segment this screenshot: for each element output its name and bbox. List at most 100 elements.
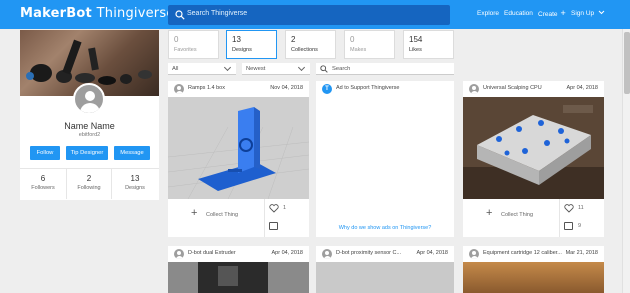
thing-card-header: Equipment cartridge 12 caliber... Mar 21… (463, 246, 604, 262)
thing-thumbnail[interactable] (463, 262, 604, 293)
nav-signup[interactable]: Sign Up (571, 10, 605, 17)
top-navigation-bar: MakerBot Thingiverse Search Thingiverse … (0, 0, 630, 29)
stat-designs[interactable]: 13 Designs (112, 169, 158, 199)
profile-username: ebitford2 (78, 132, 101, 138)
nav-create[interactable]: Create + (538, 8, 566, 19)
ad-card: T Ad to Support Thingiverse Why do we sh… (316, 81, 454, 237)
thingiverse-icon: T (322, 84, 332, 94)
collect-thing-label: Collect Thing (501, 212, 533, 218)
avatar[interactable] (322, 249, 332, 259)
nav-explore[interactable]: Explore (477, 10, 499, 17)
plus-icon: + (191, 207, 198, 219)
thing-thumbnail[interactable] (463, 97, 604, 199)
chevron-down-icon (223, 63, 232, 72)
search-icon (175, 10, 185, 20)
thing-thumbnail[interactable] (316, 262, 454, 293)
ad-title: Ad to Support Thingiverse (336, 85, 400, 91)
thing-card[interactable]: D-bot dual Extruder Apr 04, 2018 (168, 246, 309, 293)
comment-icon[interactable] (269, 222, 278, 230)
thing-card[interactable]: D-bot proximity sensor C... Apr 04, 2018 (316, 246, 454, 293)
plus-icon: + (486, 207, 493, 219)
stat-following[interactable]: 2 Following (66, 169, 112, 199)
designs-search-input[interactable]: Search (316, 63, 454, 75)
like-count: 11 (578, 205, 584, 211)
heart-icon[interactable] (269, 204, 279, 213)
tab-label: Collections (291, 47, 318, 53)
thing-date: Apr 04, 2018 (271, 250, 304, 256)
why-ads-link[interactable]: Why do we show ads on Thingiverse? (316, 225, 454, 231)
search-placeholder: Search Thingiverse (187, 10, 248, 17)
ad-card-header: T Ad to Support Thingiverse (316, 81, 454, 97)
thing-date: Mar 21, 2018 (565, 250, 598, 256)
collect-thing-label: Collect Thing (206, 212, 238, 218)
nav-education[interactable]: Education (504, 10, 533, 17)
makerbot-thingiverse-logo[interactable]: MakerBot Thingiverse (20, 6, 175, 21)
tab-count: 13 (232, 35, 241, 44)
thing-actions: 11 9 (559, 199, 604, 237)
tab-label: Designs (232, 47, 252, 53)
tab-count: 0 (174, 35, 179, 44)
tab-favorites[interactable]: 0 Favorites (168, 30, 219, 59)
collect-thing-button[interactable]: + Collect Thing (168, 199, 264, 237)
thing-title[interactable]: D-bot dual Extruder (188, 250, 236, 256)
thing-actions: 1 (264, 199, 309, 237)
scrollbar-thumb[interactable] (624, 32, 630, 94)
thing-title[interactable]: Universal Scalping CPU (483, 85, 542, 91)
tab-likes[interactable]: 154 Likes (403, 30, 454, 59)
chevron-down-icon (297, 63, 306, 72)
sort-select[interactable]: Newest (242, 63, 310, 75)
thing-card[interactable]: Equipment cartridge 12 caliber... Mar 21… (463, 246, 604, 293)
thing-card-footer: + Collect Thing 11 9 (463, 199, 604, 237)
thing-card-footer: + Collect Thing 1 (168, 199, 309, 237)
avatar[interactable] (469, 84, 479, 94)
thing-date: Apr 04, 2018 (416, 250, 449, 256)
plus-icon: + (560, 8, 566, 18)
thing-title[interactable]: Ramps 1.4 box (188, 85, 225, 91)
thing-title[interactable]: D-bot proximity sensor C... (336, 250, 401, 256)
sort-value: Newest (246, 66, 266, 72)
avatar[interactable] (174, 249, 184, 259)
thing-card[interactable]: Universal Scalping CPU Apr 04, 2018 + Co… (463, 81, 604, 237)
page-scrollbar[interactable] (622, 29, 630, 293)
thing-card-header: Universal Scalping CPU Apr 04, 2018 (463, 81, 604, 97)
profile-name: Name Name (64, 121, 115, 131)
thing-thumbnail[interactable] (168, 97, 309, 199)
tab-collections[interactable]: 2 Collections (285, 30, 336, 59)
nav-create-label: Create (538, 11, 558, 18)
logo-brand: MakerBot (20, 6, 92, 21)
thing-date: Apr 04, 2018 (566, 85, 599, 91)
profile-tabs: 0 Favorites 13 Designs 2 Collections 0 M… (168, 30, 454, 59)
comment-icon[interactable] (564, 222, 573, 230)
avatar[interactable] (469, 249, 479, 259)
tab-designs[interactable]: 13 Designs (226, 30, 277, 59)
profile-stats: 6 Followers 2 Following 13 Designs (20, 168, 159, 199)
tab-label: Favorites (174, 47, 197, 53)
stat-label: Designs (125, 185, 145, 191)
tip-designer-button[interactable]: Tip Designer (66, 146, 108, 160)
thing-title[interactable]: Equipment cartridge 12 caliber... (483, 250, 562, 256)
tab-count: 2 (291, 35, 296, 44)
tab-makes[interactable]: 0 Makes (344, 30, 395, 59)
collect-thing-button[interactable]: + Collect Thing (463, 199, 559, 237)
heart-icon[interactable] (564, 204, 574, 213)
follow-button[interactable]: Follow (30, 146, 60, 160)
tab-label: Likes (409, 47, 422, 53)
avatar[interactable] (174, 84, 184, 94)
search-icon (320, 65, 328, 73)
type-filter-select[interactable]: All (168, 63, 236, 75)
thing-card[interactable]: Ramps 1.4 box Nov 04, 2018 + Collect Thi… (168, 81, 309, 237)
nav-signup-label: Sign Up (571, 10, 595, 17)
logo-product: Thingiverse (96, 6, 175, 21)
thing-thumbnail[interactable] (168, 262, 309, 293)
tab-label: Makes (350, 47, 367, 53)
thing-card-header: D-bot proximity sensor C... Apr 04, 2018 (316, 246, 454, 262)
profile-card: Name Name ebitford2 Follow Tip Designer … (20, 30, 159, 200)
message-button[interactable]: Message (114, 146, 150, 160)
stat-followers[interactable]: 6 Followers (20, 169, 66, 199)
stat-label: Followers (31, 185, 55, 191)
thing-card-header: D-bot dual Extruder Apr 04, 2018 (168, 246, 309, 262)
search-input[interactable]: Search Thingiverse (168, 5, 450, 25)
designs-search-placeholder: Search (332, 66, 351, 72)
avatar[interactable] (73, 83, 105, 115)
like-count: 1 (283, 205, 287, 211)
